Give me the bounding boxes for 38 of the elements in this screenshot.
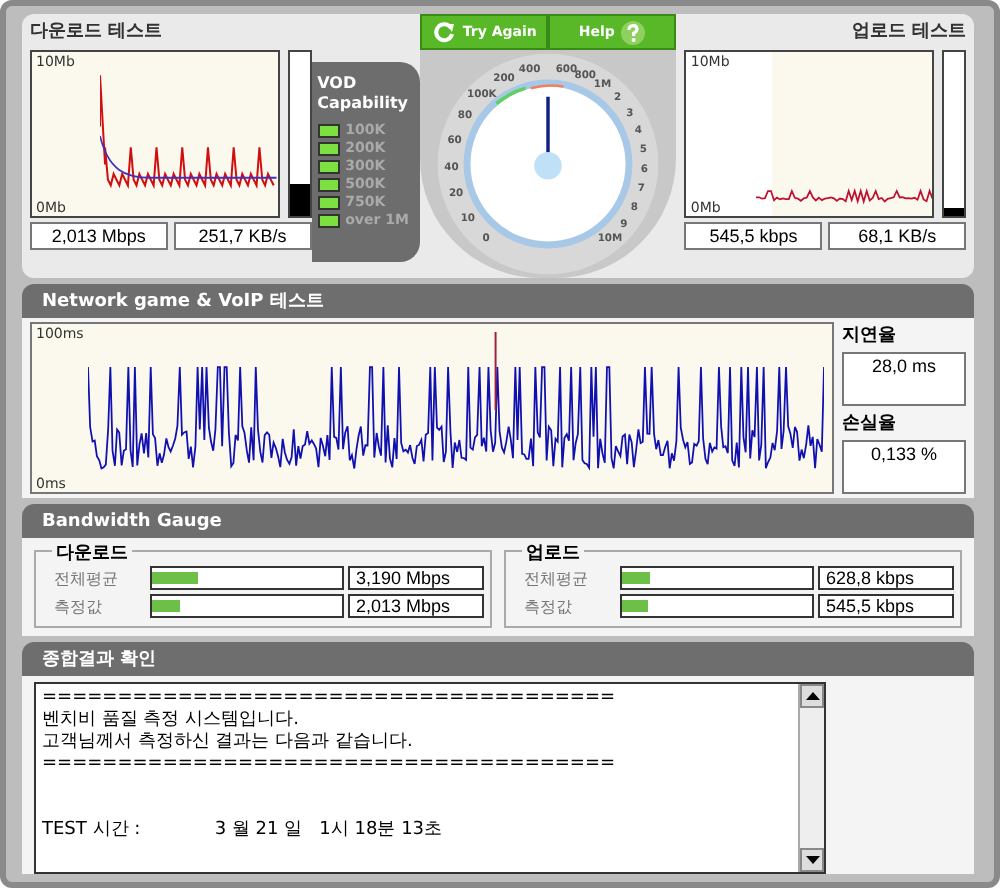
loss-label: 손실율 — [842, 412, 898, 436]
loss-value: 0,133 % — [842, 440, 966, 494]
vod-title: VOD Capability — [317, 74, 411, 114]
result-line: TEST 시간 : 3 월 21 일 1시 18분 13초 — [42, 820, 445, 842]
results-text-area[interactable]: ====================================== 벤치비 품질 측정 시스템입니다. 고객님께서 측정하신 결과는 다음과 같습니다. ====================================== TEST 시간 : 3 월 21 일 1시 18분 13초 — [34, 682, 826, 874]
gauge-value: 628,8 kbps — [818, 566, 954, 590]
panel-title: 업로드 테스트 — [849, 20, 966, 46]
peak-arc — [531, 84, 565, 90]
gauge-label: 측정값 — [522, 595, 574, 617]
speed-value: 2,013 Mbps — [30, 222, 168, 250]
result-line: ====================================== — [42, 688, 618, 710]
scroll-down-icon[interactable] — [800, 848, 824, 872]
refresh-icon — [432, 20, 457, 44]
result-line: 고객님께서 측정하신 결과는 다음과 같습니다. — [42, 732, 415, 754]
gauge-label: 전체평균 — [52, 567, 120, 589]
section-title: Network game & VoIP 테스트 — [42, 290, 324, 314]
delay-value: 28,0 ms — [842, 352, 966, 406]
question-icon — [620, 19, 647, 45]
result-line: 벤치비 품질 측정 시스템입니다. — [42, 710, 301, 732]
gauge-value: 545,5 kbps — [818, 594, 954, 618]
section-title: 종합결과 확인 — [42, 648, 157, 672]
group-title: 다운로드 — [52, 540, 132, 566]
panel-title: 다운로드 테스트 — [30, 20, 165, 46]
gauge-value: 2,013 Mbps — [348, 594, 484, 618]
dial-needle — [534, 96, 563, 180]
section-title: Bandwidth Gauge — [42, 511, 222, 531]
rate-value: 251,7 KB/s — [173, 222, 312, 250]
scrollbar[interactable] — [798, 684, 824, 872]
speed-value: 545,5 kbps — [684, 222, 823, 250]
progress-arc — [496, 86, 527, 106]
gauge-value: 3,190 Mbps — [348, 566, 484, 590]
gauge-label: 측정값 — [52, 595, 104, 617]
rate-value: 68,1 KB/s — [828, 222, 966, 250]
result-line: ====================================== — [42, 754, 618, 776]
scroll-up-icon[interactable] — [800, 684, 824, 708]
group-title: 업로드 — [522, 540, 584, 566]
delay-label: 지연율 — [842, 324, 898, 348]
gauge-label: 전체평균 — [522, 567, 590, 589]
